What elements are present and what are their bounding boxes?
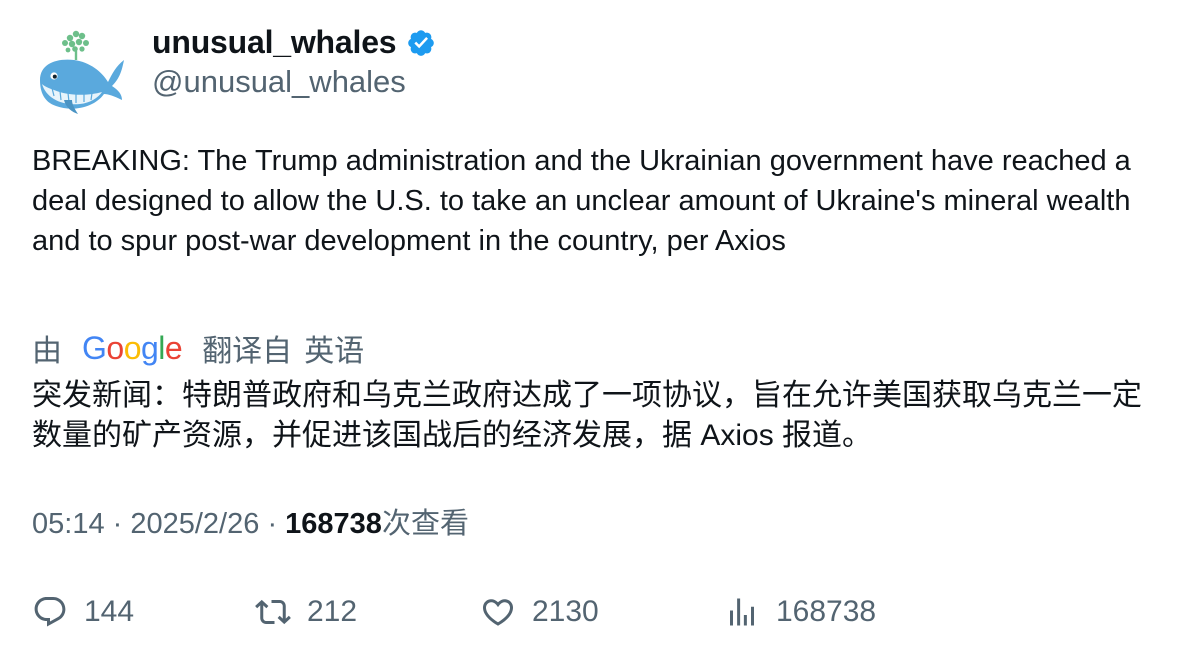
translation-attribution: 由 Google 翻译自 英语 [32, 328, 365, 369]
reply-icon [34, 597, 66, 627]
tweet-meta: 05:14 · 2025/2/26 · 168738次查看 [32, 504, 469, 544]
tweet-actions: 144 212 2130 168738 [32, 590, 1132, 634]
google-logo: Google [82, 329, 183, 366]
views-count-action: 168738 [776, 595, 877, 628]
reply-count: 144 [84, 595, 135, 628]
retweet-count: 212 [307, 595, 358, 628]
tweet-text: BREAKING: The Trump administration and t… [32, 145, 1131, 257]
author-name-row: unusual_whales [152, 22, 436, 62]
translation-prefix: 由 [32, 335, 62, 368]
analytics-icon [730, 598, 754, 626]
tweet-date[interactable]: 2025/2/26 [130, 508, 259, 540]
retweet-button[interactable]: 212 [255, 590, 357, 634]
views-label: 次查看 [381, 508, 469, 540]
heart-icon [482, 599, 514, 626]
retweet-icon [255, 599, 291, 625]
whale-avatar-icon [40, 30, 124, 114]
translated-text: 突发新闻：特朗普政府和乌克兰政府达成了一项协议，旨在允许美国获取乌克兰一定数量的… [32, 379, 1142, 452]
tweet-time[interactable]: 05:14 [32, 508, 105, 540]
author-handle[interactable]: @unusual_whales [152, 62, 406, 102]
views-count: 168738 [285, 508, 382, 540]
meta-separator: · [267, 508, 286, 540]
avatar[interactable] [32, 24, 128, 120]
reply-button[interactable]: 144 [32, 590, 134, 634]
source-language: 英语 [304, 335, 365, 368]
author-display-name[interactable]: unusual_whales [152, 22, 397, 62]
verified-badge-icon[interactable] [406, 28, 436, 58]
meta-separator: · [112, 508, 131, 540]
like-button[interactable]: 2130 [480, 590, 599, 634]
like-count: 2130 [532, 595, 599, 628]
translated-from-label: 翻译自 [202, 335, 293, 368]
views-button[interactable]: 168738 [724, 590, 876, 634]
